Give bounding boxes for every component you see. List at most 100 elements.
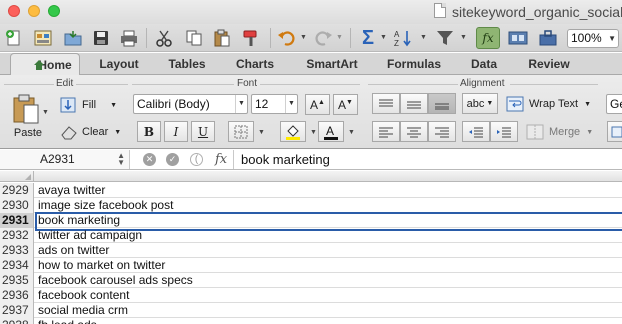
row-number[interactable]: 2936	[0, 288, 34, 303]
font-size-select[interactable]: 12 ▼	[251, 94, 298, 114]
row-number[interactable]: 2933	[0, 243, 34, 258]
cut-icon[interactable]	[152, 27, 176, 49]
table-row[interactable]: 2933 ads on twitter	[0, 243, 622, 258]
tab-review[interactable]: Review	[518, 53, 580, 75]
select-all-corner[interactable]	[0, 171, 34, 182]
cell-a[interactable]: social media crm	[38, 303, 128, 318]
insert-function-circle-icon[interactable]: (	[190, 153, 203, 166]
align-left-button[interactable]	[372, 121, 400, 142]
font-color-button[interactable]: A	[318, 121, 344, 142]
formula-builder-icon[interactable]: fx	[476, 27, 500, 49]
cell-a[interactable]: avaya twitter	[38, 183, 105, 198]
cell-a[interactable]: facebook content	[38, 288, 129, 303]
number-format-select[interactable]: Ge	[606, 94, 622, 114]
cell-a[interactable]: fb lead ads	[38, 318, 97, 324]
table-row[interactable]: 2934 how to market on twitter	[0, 258, 622, 273]
row-number[interactable]: 2931	[0, 213, 34, 228]
filter-icon[interactable]	[434, 27, 458, 49]
sort-icon[interactable]: AZ	[392, 27, 416, 49]
autosum-icon[interactable]: Σ	[358, 27, 378, 49]
fill-color-dropdown-icon[interactable]: ▼	[310, 129, 317, 136]
tab-data[interactable]: Data	[460, 53, 508, 75]
print-icon[interactable]	[117, 27, 141, 49]
table-row[interactable]: 2935 facebook carousel ads specs	[0, 273, 622, 288]
tab-smartart[interactable]: SmartArt	[296, 53, 368, 75]
cancel-entry-icon[interactable]: ✕	[143, 153, 156, 166]
table-row[interactable]: 2930 image size facebook post	[0, 198, 622, 213]
bold-button[interactable]: B	[137, 121, 161, 142]
paste-button[interactable]: Paste	[8, 93, 48, 147]
clear-button[interactable]: Clear ▼	[60, 122, 121, 142]
table-row[interactable]: 2929 avaya twitter	[0, 183, 622, 198]
cell-a[interactable]: ads on twitter	[38, 243, 109, 258]
redo-dropdown-icon[interactable]: ▼	[336, 34, 343, 41]
fill-button[interactable]: Fill ▼	[60, 95, 117, 115]
templates-icon[interactable]	[31, 27, 55, 49]
decrease-font-size-button[interactable]: A▼	[333, 94, 358, 115]
row-number[interactable]: 2935	[0, 273, 34, 288]
row-number[interactable]: 2932	[0, 228, 34, 243]
merge-button[interactable]: Merge ▼	[526, 122, 593, 142]
align-right-button[interactable]	[428, 121, 456, 142]
align-bottom-button[interactable]	[428, 93, 456, 114]
row-number[interactable]: 2937	[0, 303, 34, 318]
row-number[interactable]: 2934	[0, 258, 34, 273]
name-box[interactable]: A2931 ▲ ▼	[0, 150, 130, 169]
name-box-stepper-icon[interactable]: ▲ ▼	[117, 152, 125, 167]
redo-icon[interactable]	[311, 27, 335, 49]
underline-button[interactable]: U	[191, 121, 215, 142]
cell-a[interactable]: twitter ad campaign	[38, 228, 142, 243]
toolbox-icon[interactable]	[536, 27, 560, 49]
formula-input[interactable]: book marketing	[241, 152, 330, 167]
percent-format-button[interactable]	[607, 121, 622, 142]
align-top-button[interactable]	[372, 93, 400, 114]
tab-tables[interactable]: Tables	[158, 53, 216, 75]
copy-icon[interactable]	[182, 27, 206, 49]
align-middle-button[interactable]	[400, 93, 428, 114]
paste-dropdown-icon[interactable]: ▼	[42, 109, 49, 116]
close-window-button[interactable]	[8, 5, 20, 17]
sort-dropdown-icon[interactable]: ▼	[420, 34, 427, 41]
table-row[interactable]: 2931 book marketing	[0, 212, 622, 231]
table-row[interactable]: 2938 fb lead ads	[0, 318, 622, 324]
minimize-window-button[interactable]	[28, 5, 40, 17]
wrap-text-button[interactable]: Wrap Text ▼	[506, 94, 591, 114]
tab-charts[interactable]: Charts	[226, 53, 284, 75]
table-row[interactable]: 2932 twitter ad campaign	[0, 228, 622, 243]
tab-formulas[interactable]: Formulas	[380, 53, 448, 75]
confirm-entry-icon[interactable]: ✓	[166, 153, 179, 166]
font-color-dropdown-icon[interactable]: ▼	[348, 129, 355, 136]
increase-font-size-button[interactable]: A▲	[305, 94, 330, 115]
borders-button[interactable]	[228, 121, 254, 142]
undo-icon[interactable]	[275, 27, 299, 49]
fill-color-button[interactable]	[280, 121, 306, 142]
format-painter-icon[interactable]	[238, 27, 264, 49]
italic-button[interactable]: I	[164, 121, 188, 142]
font-family-select[interactable]: Calibri (Body) ▼	[133, 94, 248, 114]
open-icon[interactable]	[62, 27, 84, 49]
align-center-button[interactable]	[400, 121, 428, 142]
autosum-dropdown-icon[interactable]: ▼	[380, 34, 387, 41]
row-number[interactable]: 2938	[0, 318, 34, 324]
cell-a[interactable]: image size facebook post	[38, 198, 173, 213]
paste-icon[interactable]	[210, 27, 234, 49]
row-number[interactable]: 2929	[0, 183, 34, 198]
tab-layout[interactable]: Layout	[88, 53, 150, 75]
table-row[interactable]: 2936 facebook content	[0, 288, 622, 303]
save-icon[interactable]	[90, 27, 112, 49]
cell-a[interactable]: facebook carousel ads specs	[38, 273, 193, 288]
text-orientation-button[interactable]: abc ▼	[462, 93, 498, 114]
undo-dropdown-icon[interactable]: ▼	[300, 34, 307, 41]
decrease-indent-button[interactable]	[462, 121, 490, 142]
filter-dropdown-icon[interactable]: ▼	[460, 34, 467, 41]
borders-dropdown-icon[interactable]: ▼	[258, 129, 265, 136]
table-row[interactable]: 2937 social media crm	[0, 303, 622, 318]
row-number[interactable]: 2930	[0, 198, 34, 213]
cell-a[interactable]: book marketing	[38, 213, 120, 228]
cell-a[interactable]: how to market on twitter	[38, 258, 165, 273]
gallery-icon[interactable]	[506, 27, 530, 49]
zoom-window-button[interactable]	[48, 5, 60, 17]
tab-home[interactable]: Home	[10, 53, 80, 76]
fx-icon[interactable]: fx	[215, 152, 227, 167]
increase-indent-button[interactable]	[490, 121, 518, 142]
